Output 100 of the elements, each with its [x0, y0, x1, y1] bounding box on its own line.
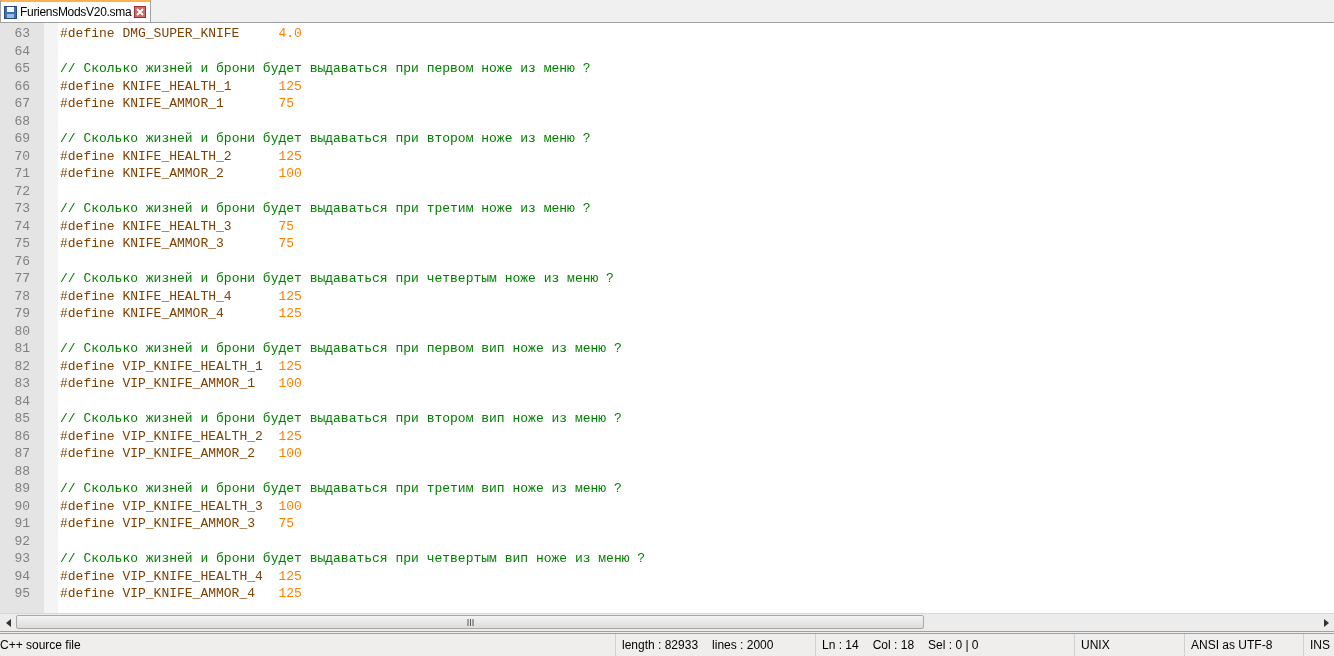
macro-value: 125	[278, 427, 302, 445]
line-number: 78	[13, 287, 31, 305]
macro-value: 125	[278, 585, 302, 603]
line-number: 71	[13, 165, 31, 183]
line-number: 70	[13, 147, 31, 165]
line-number: 73	[13, 200, 31, 218]
line-number: 63	[13, 25, 31, 43]
scroll-thumb[interactable]	[16, 615, 924, 629]
line-number: 75	[13, 235, 31, 253]
macro-value: 75	[278, 515, 295, 533]
macro-value: 125	[278, 77, 302, 95]
line-number: 91	[13, 515, 31, 533]
code-keyword: #define	[60, 567, 115, 585]
line-number: 72	[13, 182, 31, 200]
cursor-column: Col : 18	[872, 638, 915, 652]
file-length: length : 82933	[622, 638, 699, 652]
file-type: C++ source file	[0, 638, 81, 652]
macro-name: DMG_SUPER_KNIFE	[122, 25, 241, 43]
macro-name: KNIFE_HEALTH_4	[122, 287, 233, 305]
line-ending: UNIX	[1081, 638, 1110, 652]
line-number: 67	[13, 95, 31, 113]
macro-name: VIP_KNIFE_HEALTH_3	[122, 497, 264, 515]
macro-value: 75	[278, 217, 295, 235]
line-number: 84	[13, 392, 31, 410]
line-number: 83	[13, 375, 31, 393]
line-number: 90	[13, 497, 31, 515]
macro-name: KNIFE_AMMOR_2	[122, 165, 225, 183]
macro-value: 100	[278, 165, 302, 183]
macro-name: KNIFE_AMMOR_4	[122, 305, 225, 323]
encoding: ANSI as UTF-8	[1191, 638, 1273, 652]
macro-value: 125	[278, 147, 302, 165]
macro-name: VIP_KNIFE_AMMOR_4	[122, 585, 257, 603]
code-keyword: #define	[60, 25, 115, 43]
macro-name: VIP_KNIFE_HEALTH_4	[122, 567, 264, 585]
line-number: 81	[13, 340, 31, 358]
macro-name: KNIFE_HEALTH_3	[122, 217, 233, 235]
line-number: 66	[13, 77, 31, 95]
macro-value: 75	[278, 95, 295, 113]
macro-name: KNIFE_AMMOR_1	[122, 95, 225, 113]
grip-icon	[466, 618, 474, 626]
macro-value: 75	[278, 235, 295, 253]
line-number: 94	[13, 567, 31, 585]
line-number: 86	[13, 427, 31, 445]
line-number: 87	[13, 445, 31, 463]
macro-name: VIP_KNIFE_AMMOR_2	[122, 445, 257, 463]
code-comment: // Сколько жизней и брони будет выдаваться при втором вип ноже из меню ?	[60, 410, 622, 428]
macro-value: 100	[278, 445, 302, 463]
code-comment: // Сколько жизней и брони будет выдаваться при втором ноже из меню ?	[60, 130, 591, 148]
macro-name: KNIFE_AMMOR_3	[122, 235, 225, 253]
code-keyword: #define	[60, 357, 115, 375]
line-number: 65	[13, 60, 31, 78]
line-number: 80	[13, 322, 31, 340]
macro-name: KNIFE_HEALTH_1	[122, 77, 233, 95]
macro-name: KNIFE_HEALTH_2	[122, 147, 233, 165]
line-number: 76	[13, 252, 31, 270]
close-icon[interactable]	[134, 6, 147, 18]
line-number: 68	[13, 112, 31, 130]
code-keyword: #define	[60, 95, 115, 113]
macro-name: VIP_KNIFE_HEALTH_1	[122, 357, 264, 375]
code-keyword: #define	[60, 427, 115, 445]
macro-name: VIP_KNIFE_AMMOR_3	[122, 515, 257, 533]
code-keyword: #define	[60, 585, 115, 603]
macro-value: 100	[278, 375, 302, 393]
code-comment: // Сколько жизней и брони будет выдаваться при четвертым ноже из меню ?	[60, 270, 614, 288]
macro-value: 125	[278, 305, 302, 323]
line-count: lines : 2000	[712, 638, 774, 652]
code-keyword: #define	[60, 497, 115, 515]
line-number: 74	[13, 217, 31, 235]
line-number: 82	[13, 357, 31, 375]
code-keyword: #define	[60, 287, 115, 305]
left-arrow-icon[interactable]	[5, 618, 11, 627]
code-keyword: #define	[60, 305, 115, 323]
line-number: 79	[13, 305, 31, 323]
code-keyword: #define	[60, 165, 115, 183]
macro-value: 125	[278, 357, 302, 375]
right-arrow-icon[interactable]	[1323, 618, 1329, 627]
cursor-line: Ln : 14	[822, 638, 859, 652]
macro-name: VIP_KNIFE_HEALTH_2	[122, 427, 264, 445]
line-number: 69	[13, 130, 31, 148]
code-comment: // Сколько жизней и брони будет выдаваться при первом ноже из меню ?	[60, 60, 591, 78]
code-keyword: #define	[60, 147, 115, 165]
code-comment: // Сколько жизней и брони будет выдаваться при четвертым вип ноже из меню ?	[60, 550, 646, 568]
line-number: 64	[13, 42, 31, 60]
code-keyword: #define	[60, 445, 115, 463]
code-keyword: #define	[60, 375, 115, 393]
code-keyword: #define	[60, 77, 115, 95]
line-number: 92	[13, 532, 31, 550]
line-number: 95	[13, 585, 31, 603]
horizontal-scrollbar[interactable]	[0, 613, 1334, 631]
code-comment: // Сколько жизней и брони будет выдаваться при третим ноже из меню ?	[60, 200, 591, 218]
line-number: 77	[13, 270, 31, 288]
insert-mode: INS	[1310, 638, 1330, 652]
line-number: 93	[13, 550, 31, 568]
macro-value: 100	[278, 497, 302, 515]
line-number: 85	[13, 410, 31, 428]
macro-name: VIP_KNIFE_AMMOR_1	[122, 375, 257, 393]
file-tab[interactable]: FuriensModsV20.sma	[0, 0, 152, 22]
code-keyword: #define	[60, 235, 115, 253]
macro-value: 4.0	[278, 25, 302, 43]
line-number: 89	[13, 480, 31, 498]
